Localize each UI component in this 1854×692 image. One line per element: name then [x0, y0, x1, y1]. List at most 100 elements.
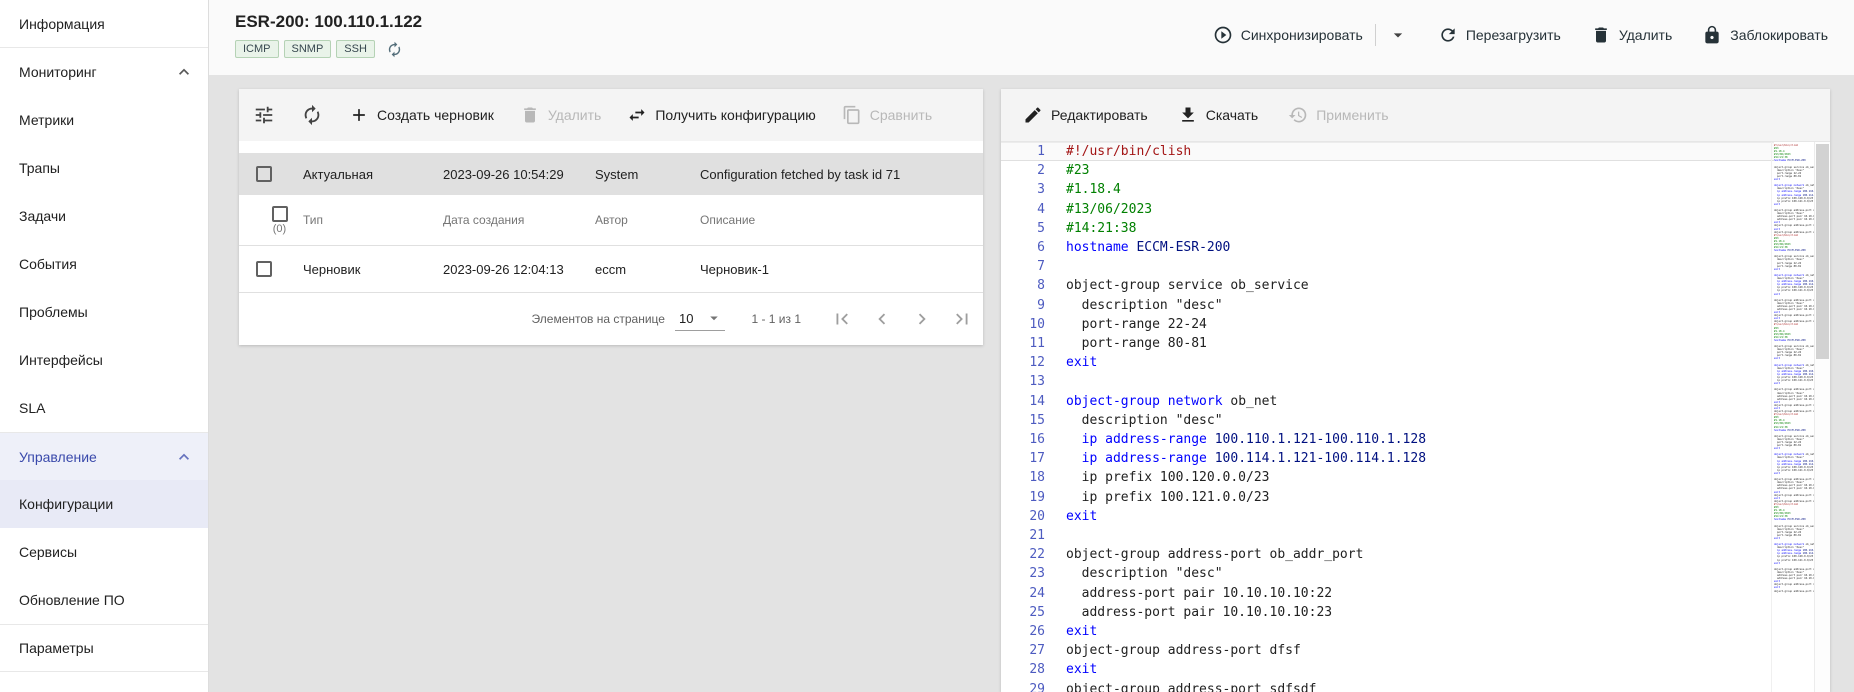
- sidebar-item-management[interactable]: Управление: [0, 432, 208, 480]
- line-number: 5: [1001, 219, 1045, 238]
- code-line[interactable]: 25 address-port pair 10.10.10.10:23: [1001, 603, 1774, 622]
- sidebar-item-configurations[interactable]: Конфигурации: [0, 480, 208, 528]
- apply-button[interactable]: Применить: [1288, 105, 1388, 125]
- page-title: ESR-200: 100.110.1.122: [235, 12, 422, 32]
- code-line[interactable]: 8object-group service ob_service: [1001, 276, 1774, 295]
- row-checkbox[interactable]: [256, 261, 272, 277]
- minimap-line: object-group address-port dfsf: [1774, 224, 1815, 227]
- plus-icon: [349, 105, 369, 125]
- line-number: 11: [1001, 334, 1045, 353]
- code-line[interactable]: 22object-group address-port ob_addr_port: [1001, 545, 1774, 564]
- reload-button[interactable]: Перезагрузить: [1438, 25, 1561, 45]
- fetch-config-button[interactable]: Получить конфигурацию: [627, 105, 815, 125]
- minimap-line: address-port pair 10.10.10.10:23: [1774, 577, 1815, 580]
- synchronize-dropdown-button[interactable]: [1388, 25, 1408, 45]
- sidebar-item-traps[interactable]: Трапы: [0, 144, 208, 192]
- code-line[interactable]: 7: [1001, 257, 1774, 276]
- edit-button[interactable]: Редактировать: [1023, 105, 1148, 125]
- code-line[interactable]: 27object-group address-port dfsf: [1001, 641, 1774, 660]
- code-line[interactable]: 11 port-range 80-81: [1001, 334, 1774, 353]
- sidebar-item-metrics[interactable]: Метрики: [0, 96, 208, 144]
- table-row[interactable]: Черновик2023-09-26 12:04:13eccmЧерновик-…: [239, 246, 983, 293]
- last-page-button[interactable]: [951, 308, 973, 330]
- code-line[interactable]: 23 description "desc": [1001, 564, 1774, 583]
- row-checkbox[interactable]: [256, 166, 272, 182]
- delete-device-button[interactable]: Удалить: [1591, 25, 1672, 45]
- sidebar-item-firmware-update[interactable]: Обновление ПО: [0, 576, 208, 624]
- sidebar-item-sla[interactable]: SLA: [0, 384, 208, 432]
- code-line[interactable]: 15 description "desc": [1001, 411, 1774, 430]
- chevron-up-icon: [174, 447, 194, 467]
- code-line[interactable]: 17 ip address-range 100.114.1.121-100.11…: [1001, 449, 1774, 468]
- code-line[interactable]: 26exit: [1001, 622, 1774, 641]
- editor-scrollbar[interactable]: [1814, 142, 1830, 692]
- code-line[interactable]: 5#14:21:38: [1001, 219, 1774, 238]
- delete-config-label: Удалить: [548, 107, 601, 123]
- code-line[interactable]: 3#1.18.4: [1001, 180, 1774, 199]
- code-line[interactable]: 9 description "desc": [1001, 296, 1774, 315]
- synchronize-button[interactable]: Синхронизировать: [1213, 25, 1363, 45]
- line-text: address-port pair 10.10.10.10:22: [1045, 584, 1332, 603]
- line-number: 12: [1001, 353, 1045, 372]
- scrollbar-thumb[interactable]: [1816, 144, 1829, 359]
- code-line[interactable]: 28exit: [1001, 660, 1774, 679]
- sidebar-item-interfaces[interactable]: Интерфейсы: [0, 336, 208, 384]
- code-line[interactable]: 19 ip prefix 100.121.0.0/23: [1001, 488, 1774, 507]
- sidebar-item-services[interactable]: Сервисы: [0, 528, 208, 576]
- swap-arrows-icon: [627, 105, 647, 125]
- line-number: 10: [1001, 315, 1045, 334]
- code-line[interactable]: 21: [1001, 526, 1774, 545]
- refresh-list-icon[interactable]: [301, 104, 323, 126]
- line-number: 6: [1001, 238, 1045, 257]
- filter-icon[interactable]: [253, 104, 275, 126]
- status-refresh-icon[interactable]: [386, 41, 403, 58]
- configurations-panel: Создать черновик Удалить Получить конфиг…: [239, 89, 983, 345]
- minimap-line: ip prefix 100.121.0.0/23: [1774, 379, 1815, 382]
- code-line[interactable]: 13: [1001, 372, 1774, 391]
- code-line[interactable]: 10 port-range 22-24: [1001, 315, 1774, 334]
- code-line[interactable]: 1#!/usr/bin/clish: [1001, 142, 1774, 161]
- code-line[interactable]: 18 ip prefix 100.120.0.0/23: [1001, 468, 1774, 487]
- actual-config-row[interactable]: Актуальная 2023-09-26 10:54:29 System Co…: [239, 153, 983, 195]
- selected-count: (0): [273, 223, 286, 235]
- sidebar-item-tasks[interactable]: Задачи: [0, 192, 208, 240]
- code-line[interactable]: 29object-group address-port sdfsdf: [1001, 680, 1774, 692]
- sidebar-item-label: Трапы: [19, 160, 60, 176]
- line-number: 19: [1001, 488, 1045, 507]
- code-editor[interactable]: 1#!/usr/bin/clish2#233#1.18.44#13/06/202…: [1001, 141, 1830, 692]
- line-number: 14: [1001, 392, 1045, 411]
- sidebar-item-problems[interactable]: Проблемы: [0, 288, 208, 336]
- lock-icon: [1702, 25, 1722, 45]
- line-text: #23: [1045, 161, 1089, 180]
- sidebar-item-monitoring[interactable]: Мониторинг: [0, 48, 208, 96]
- editor-minimap[interactable]: #!/usr/bin/clish#23#1.18.4#13/06/2023#14…: [1771, 142, 1815, 692]
- per-page-select[interactable]: 10: [675, 307, 725, 331]
- sidebar-item-events[interactable]: События: [0, 240, 208, 288]
- compare-button[interactable]: Сравнить: [842, 105, 932, 125]
- download-button[interactable]: Скачать: [1178, 105, 1259, 125]
- delete-config-button[interactable]: Удалить: [520, 105, 601, 125]
- device-actions: Синхронизировать Перезагрузить Удалить З…: [1213, 24, 1828, 46]
- minimap-line: object-group address-port dfsf: [1774, 314, 1815, 317]
- code-line[interactable]: 6hostname ECCM-ESR-200: [1001, 238, 1774, 257]
- code-line[interactable]: 2#23: [1001, 161, 1774, 180]
- code-line[interactable]: 12exit: [1001, 353, 1774, 372]
- code-line[interactable]: 20exit: [1001, 507, 1774, 526]
- next-page-button[interactable]: [911, 308, 933, 330]
- line-text: description "desc": [1045, 564, 1223, 583]
- previous-page-button[interactable]: [871, 308, 893, 330]
- first-page-button[interactable]: [831, 308, 853, 330]
- sidebar-item-information[interactable]: Информация: [0, 0, 208, 48]
- code-line[interactable]: 14object-group network ob_net: [1001, 392, 1774, 411]
- editor-toolbar: Редактировать Скачать Применить: [1001, 89, 1830, 141]
- code-line[interactable]: 24 address-port pair 10.10.10.10:22: [1001, 584, 1774, 603]
- create-draft-button[interactable]: Создать черновик: [349, 105, 494, 125]
- line-text: hostname ECCM-ESR-200: [1045, 238, 1230, 257]
- sidebar-item-parameters[interactable]: Параметры: [0, 624, 208, 672]
- code-line[interactable]: 16 ip address-range 100.110.1.121-100.11…: [1001, 430, 1774, 449]
- sidebar-item-label: Обновление ПО: [19, 592, 125, 608]
- code-line[interactable]: 4#13/06/2023: [1001, 200, 1774, 219]
- select-all-checkbox[interactable]: [272, 206, 288, 222]
- download-label: Скачать: [1206, 107, 1259, 123]
- block-device-button[interactable]: Заблокировать: [1702, 25, 1828, 45]
